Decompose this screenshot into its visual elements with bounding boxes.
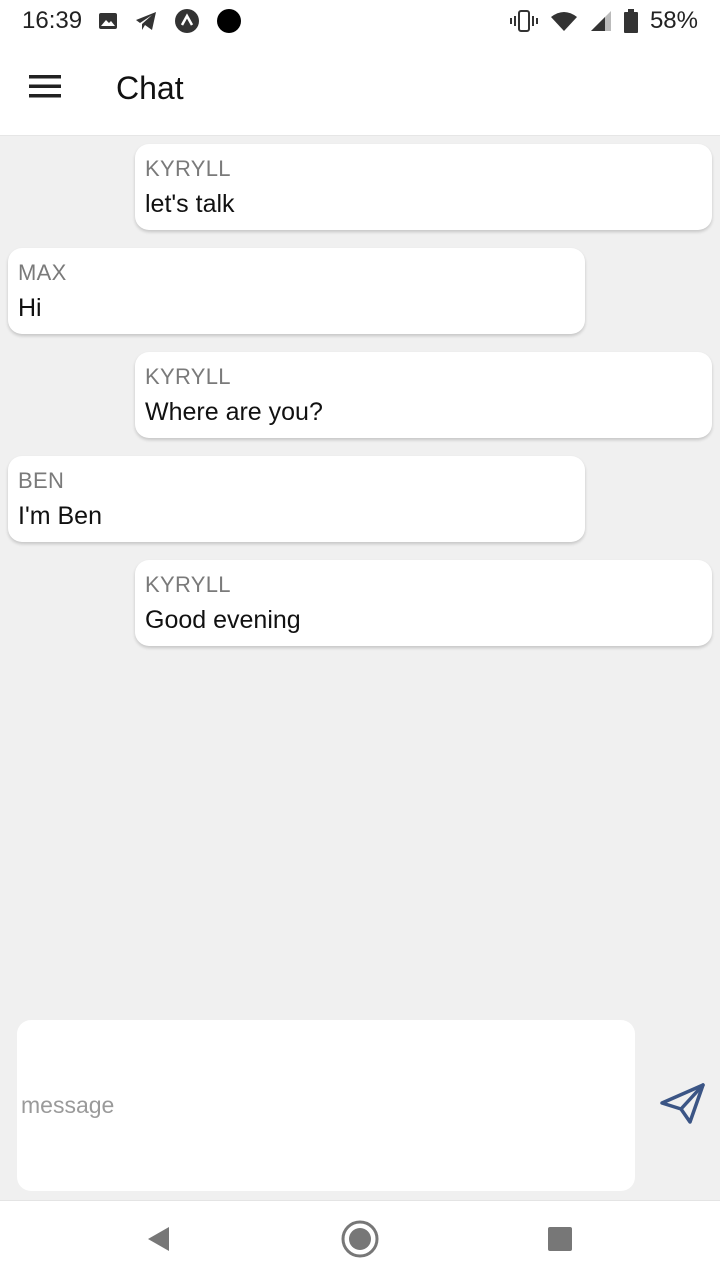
wifi-icon [550,10,578,32]
message-composer [17,1020,635,1191]
message-bubble: KYRYLL Where are you? [135,352,712,438]
page-title: Chat [116,70,184,106]
message-text: Good evening [145,606,301,634]
send-icon [660,1082,706,1130]
message-input[interactable] [17,1020,635,1191]
battery-level: 58% [649,7,698,34]
message-sender: KYRYLL [145,572,231,597]
message-text: Hi [18,294,42,322]
message-sender: BEN [18,468,65,493]
image-icon [98,11,118,31]
hamburger-menu-icon [28,74,62,103]
message-sender: KYRYLL [145,156,231,181]
vibrate-icon [509,10,538,32]
message-bubble: KYRYLL Good evening [135,560,712,646]
home-icon [340,1219,380,1264]
signal-icon [590,10,612,32]
message-sender: KYRYLL [145,364,231,389]
recents-icon [547,1226,573,1257]
message-bubble: KYRYLL let's talk [135,144,712,230]
dot-icon [216,8,242,34]
message-bubble: MAX Hi [8,248,585,334]
system-nav-bar [0,1200,720,1280]
nav-back-button[interactable] [113,1201,203,1280]
message-text: Where are you? [145,398,323,426]
message-text: let's talk [145,190,235,218]
message-sender: MAX [18,260,67,285]
status-time: 16:39 [22,7,83,34]
nav-home-button[interactable] [315,1201,405,1280]
status-bar: 16:39 58% [0,0,720,42]
arc-icon [174,8,200,34]
telegram-icon [134,11,158,31]
message-bubble: BEN I'm Ben [8,456,585,542]
menu-button[interactable] [0,42,90,136]
battery-icon [623,9,638,33]
back-icon [145,1225,171,1258]
app-bar: Chat [0,42,720,136]
message-list[interactable]: KYRYLL let's talk MAX Hi KYRYLL Where ar… [0,136,720,996]
message-text: I'm Ben [18,502,102,530]
nav-recents-button[interactable] [515,1201,605,1280]
send-button[interactable] [652,1078,714,1134]
